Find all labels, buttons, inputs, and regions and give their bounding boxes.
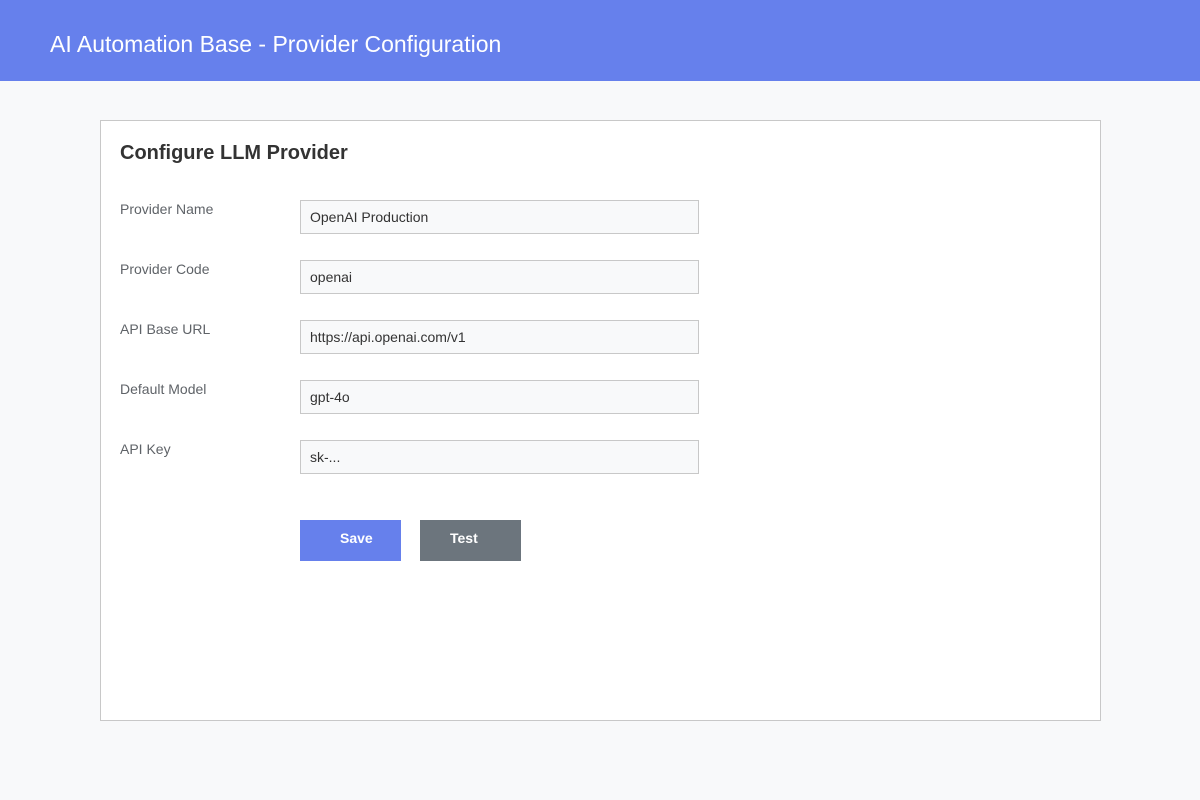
app-title: AI Automation Base - Provider Configurat…	[50, 31, 502, 57]
provider-config-panel: Configure LLM Provider Provider Name Pro…	[100, 120, 1101, 721]
default-model-input[interactable]	[300, 380, 699, 414]
provider-code-input[interactable]	[300, 260, 699, 294]
panel-title: Configure LLM Provider	[120, 142, 348, 164]
api-key-input[interactable]	[300, 440, 699, 474]
api-key-label: API Key	[120, 441, 171, 457]
provider-name-label: Provider Name	[120, 201, 214, 217]
app-header: AI Automation Base - Provider Configurat…	[0, 0, 1200, 81]
provider-name-input[interactable]	[300, 200, 699, 234]
api-base-url-label: API Base URL	[120, 321, 211, 337]
test-button[interactable]: Test	[420, 520, 521, 561]
save-button[interactable]: Save	[300, 520, 401, 561]
save-button-label: Save	[340, 530, 373, 546]
api-base-url-input[interactable]	[300, 320, 699, 354]
test-button-label: Test	[450, 530, 478, 546]
default-model-label: Default Model	[120, 381, 207, 397]
provider-code-label: Provider Code	[120, 261, 210, 277]
